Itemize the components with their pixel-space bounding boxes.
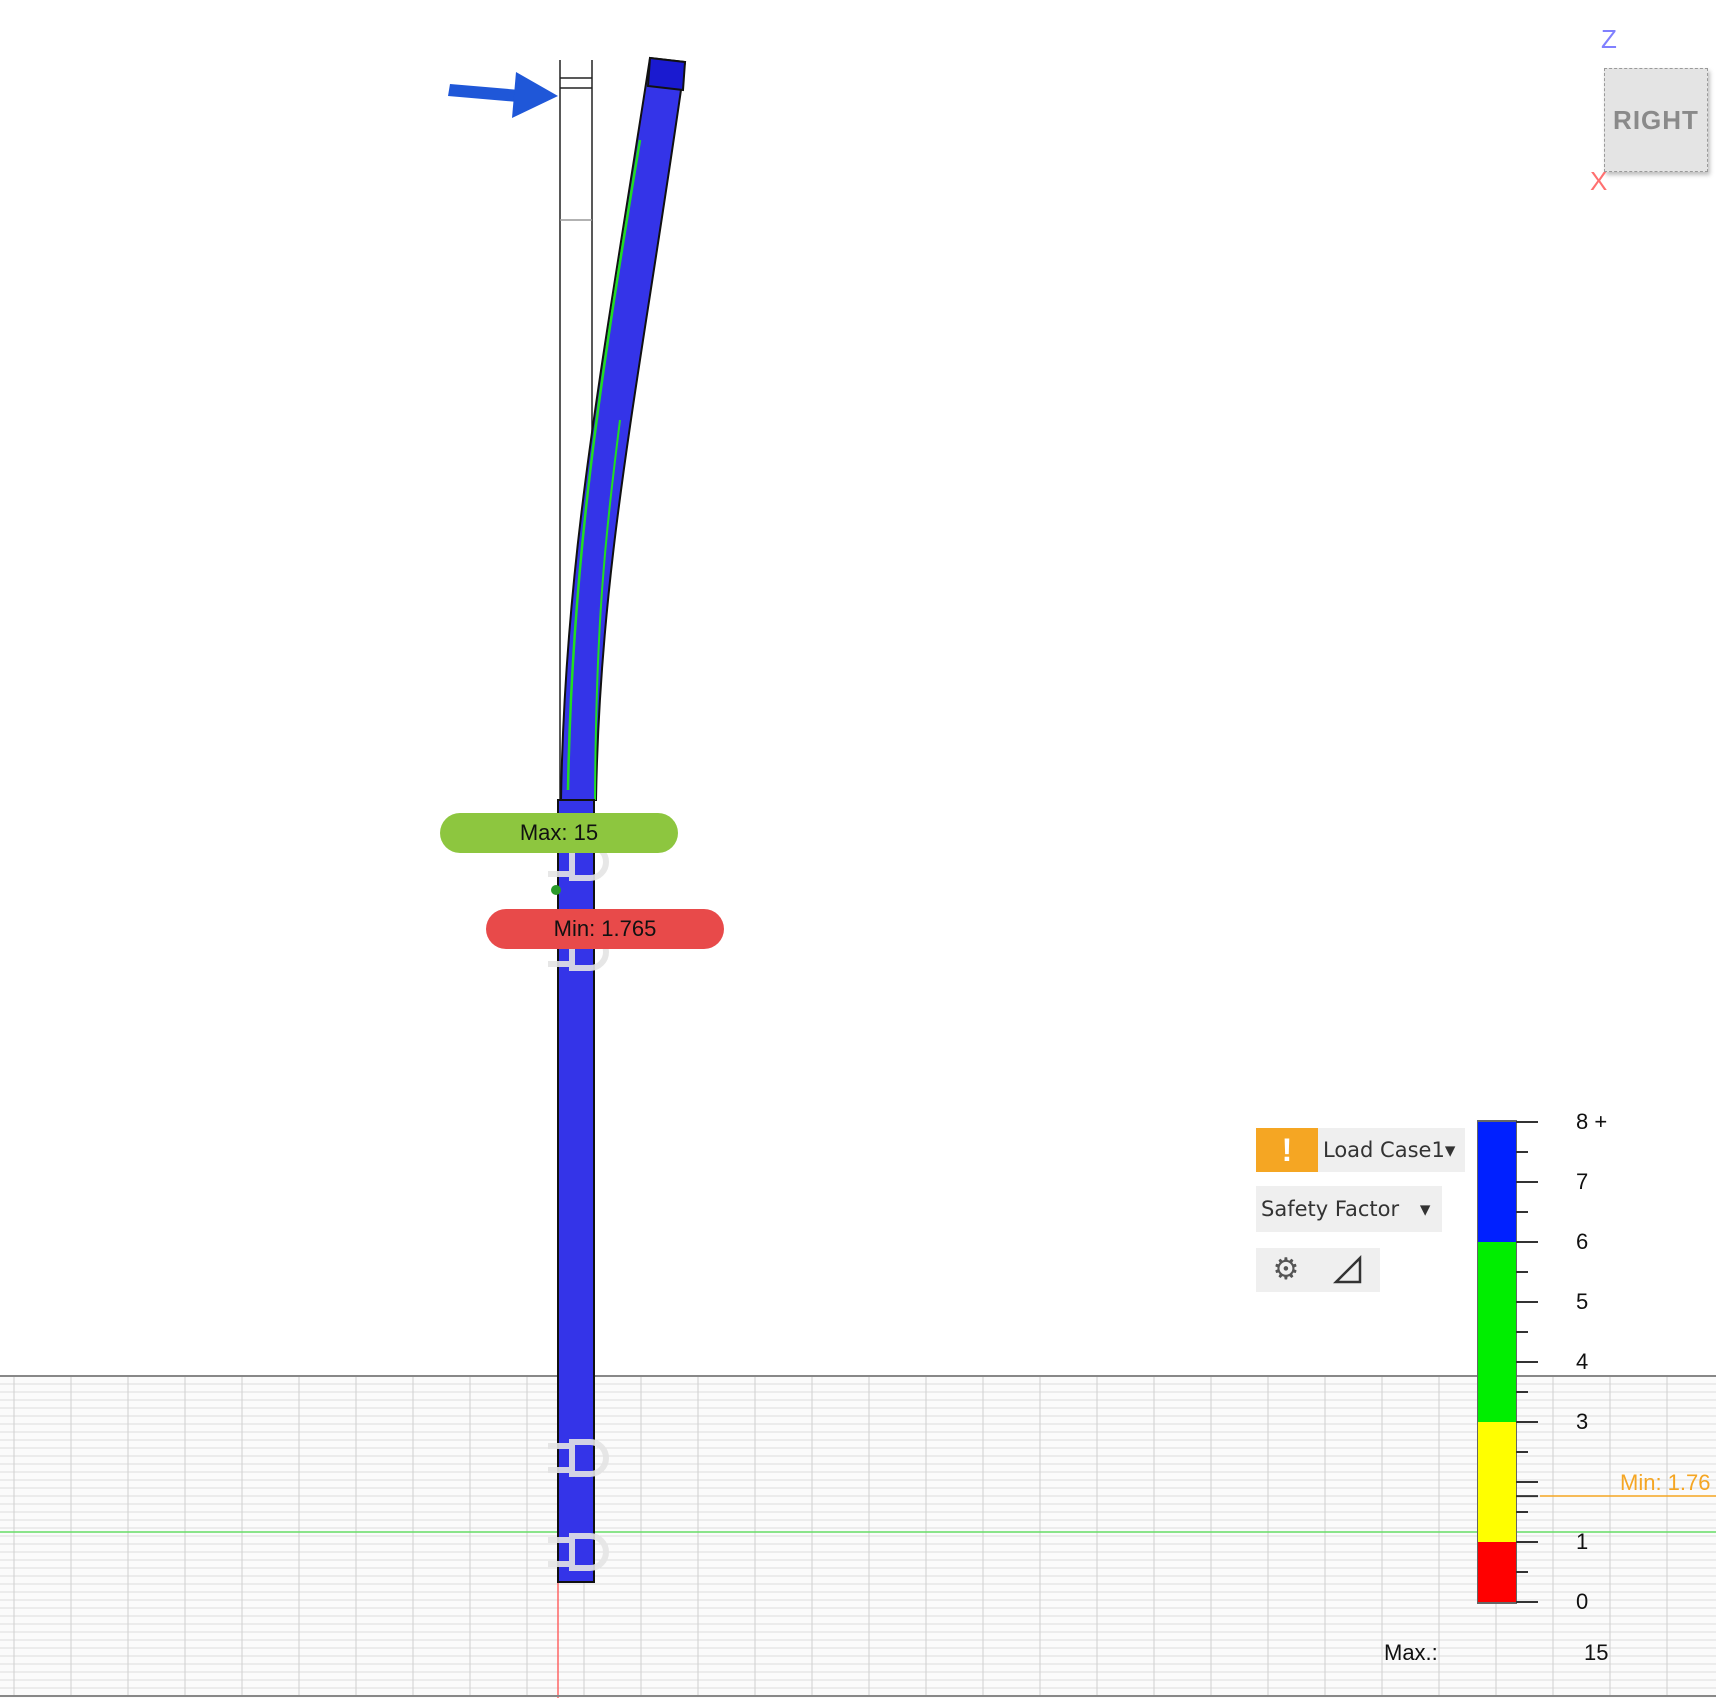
legend-color-bar (1477, 1120, 1517, 1604)
z-axis-label: Z (1601, 24, 1617, 54)
legend-band (1478, 1542, 1516, 1602)
min-probe-label[interactable]: Min: 1.765 (486, 909, 724, 949)
legend-tick-label: 8 + (1576, 1109, 1608, 1134)
max-probe-label[interactable]: Max: 15 (440, 813, 678, 853)
legend-band (1478, 1422, 1516, 1542)
viewcube-right-face[interactable]: RIGHT (1604, 68, 1708, 172)
load-case-label: Load Case1 (1323, 1138, 1445, 1162)
result-type-dropdown[interactable]: Safety Factor ▾ (1256, 1186, 1442, 1232)
legend-band (1478, 1122, 1516, 1242)
gear-icon[interactable]: ⚙ (1266, 1248, 1306, 1292)
legend-max-value: 15 (1584, 1640, 1609, 1665)
legend-min-marker: Min: 1.76 (1620, 1470, 1711, 1495)
triangle-icon[interactable] (1328, 1248, 1368, 1292)
probe-point (551, 885, 561, 895)
legend-tick-label: 1 (1576, 1529, 1589, 1554)
load-case-dropdown[interactable]: Load Case1▾ (1318, 1128, 1465, 1172)
x-axis-label: X (1590, 166, 1608, 196)
legend-tick-label: 3 (1576, 1409, 1589, 1434)
legend-tick-label: 7 (1576, 1169, 1589, 1194)
legend-tick-label: 5 (1576, 1289, 1589, 1314)
legend-tools: ⚙ (1256, 1248, 1380, 1292)
ground-grid (0, 1375, 1716, 1698)
simulation-viewport[interactable] (0, 0, 1716, 1698)
legend-max-label: Max.: (1384, 1640, 1438, 1665)
legend-tick-label: 4 (1576, 1349, 1589, 1374)
legend-tick-label: 6 (1576, 1229, 1589, 1254)
legend-tick-label: 0 (1576, 1589, 1589, 1614)
legend-band (1478, 1242, 1516, 1422)
warning-icon[interactable]: ! (1256, 1128, 1318, 1172)
result-type-label: Safety Factor (1261, 1197, 1400, 1221)
chevron-down-icon: ▾ (1419, 1197, 1431, 1221)
load-arrow-icon[interactable] (448, 72, 558, 118)
chevron-down-icon: ▾ (1444, 1138, 1456, 1162)
